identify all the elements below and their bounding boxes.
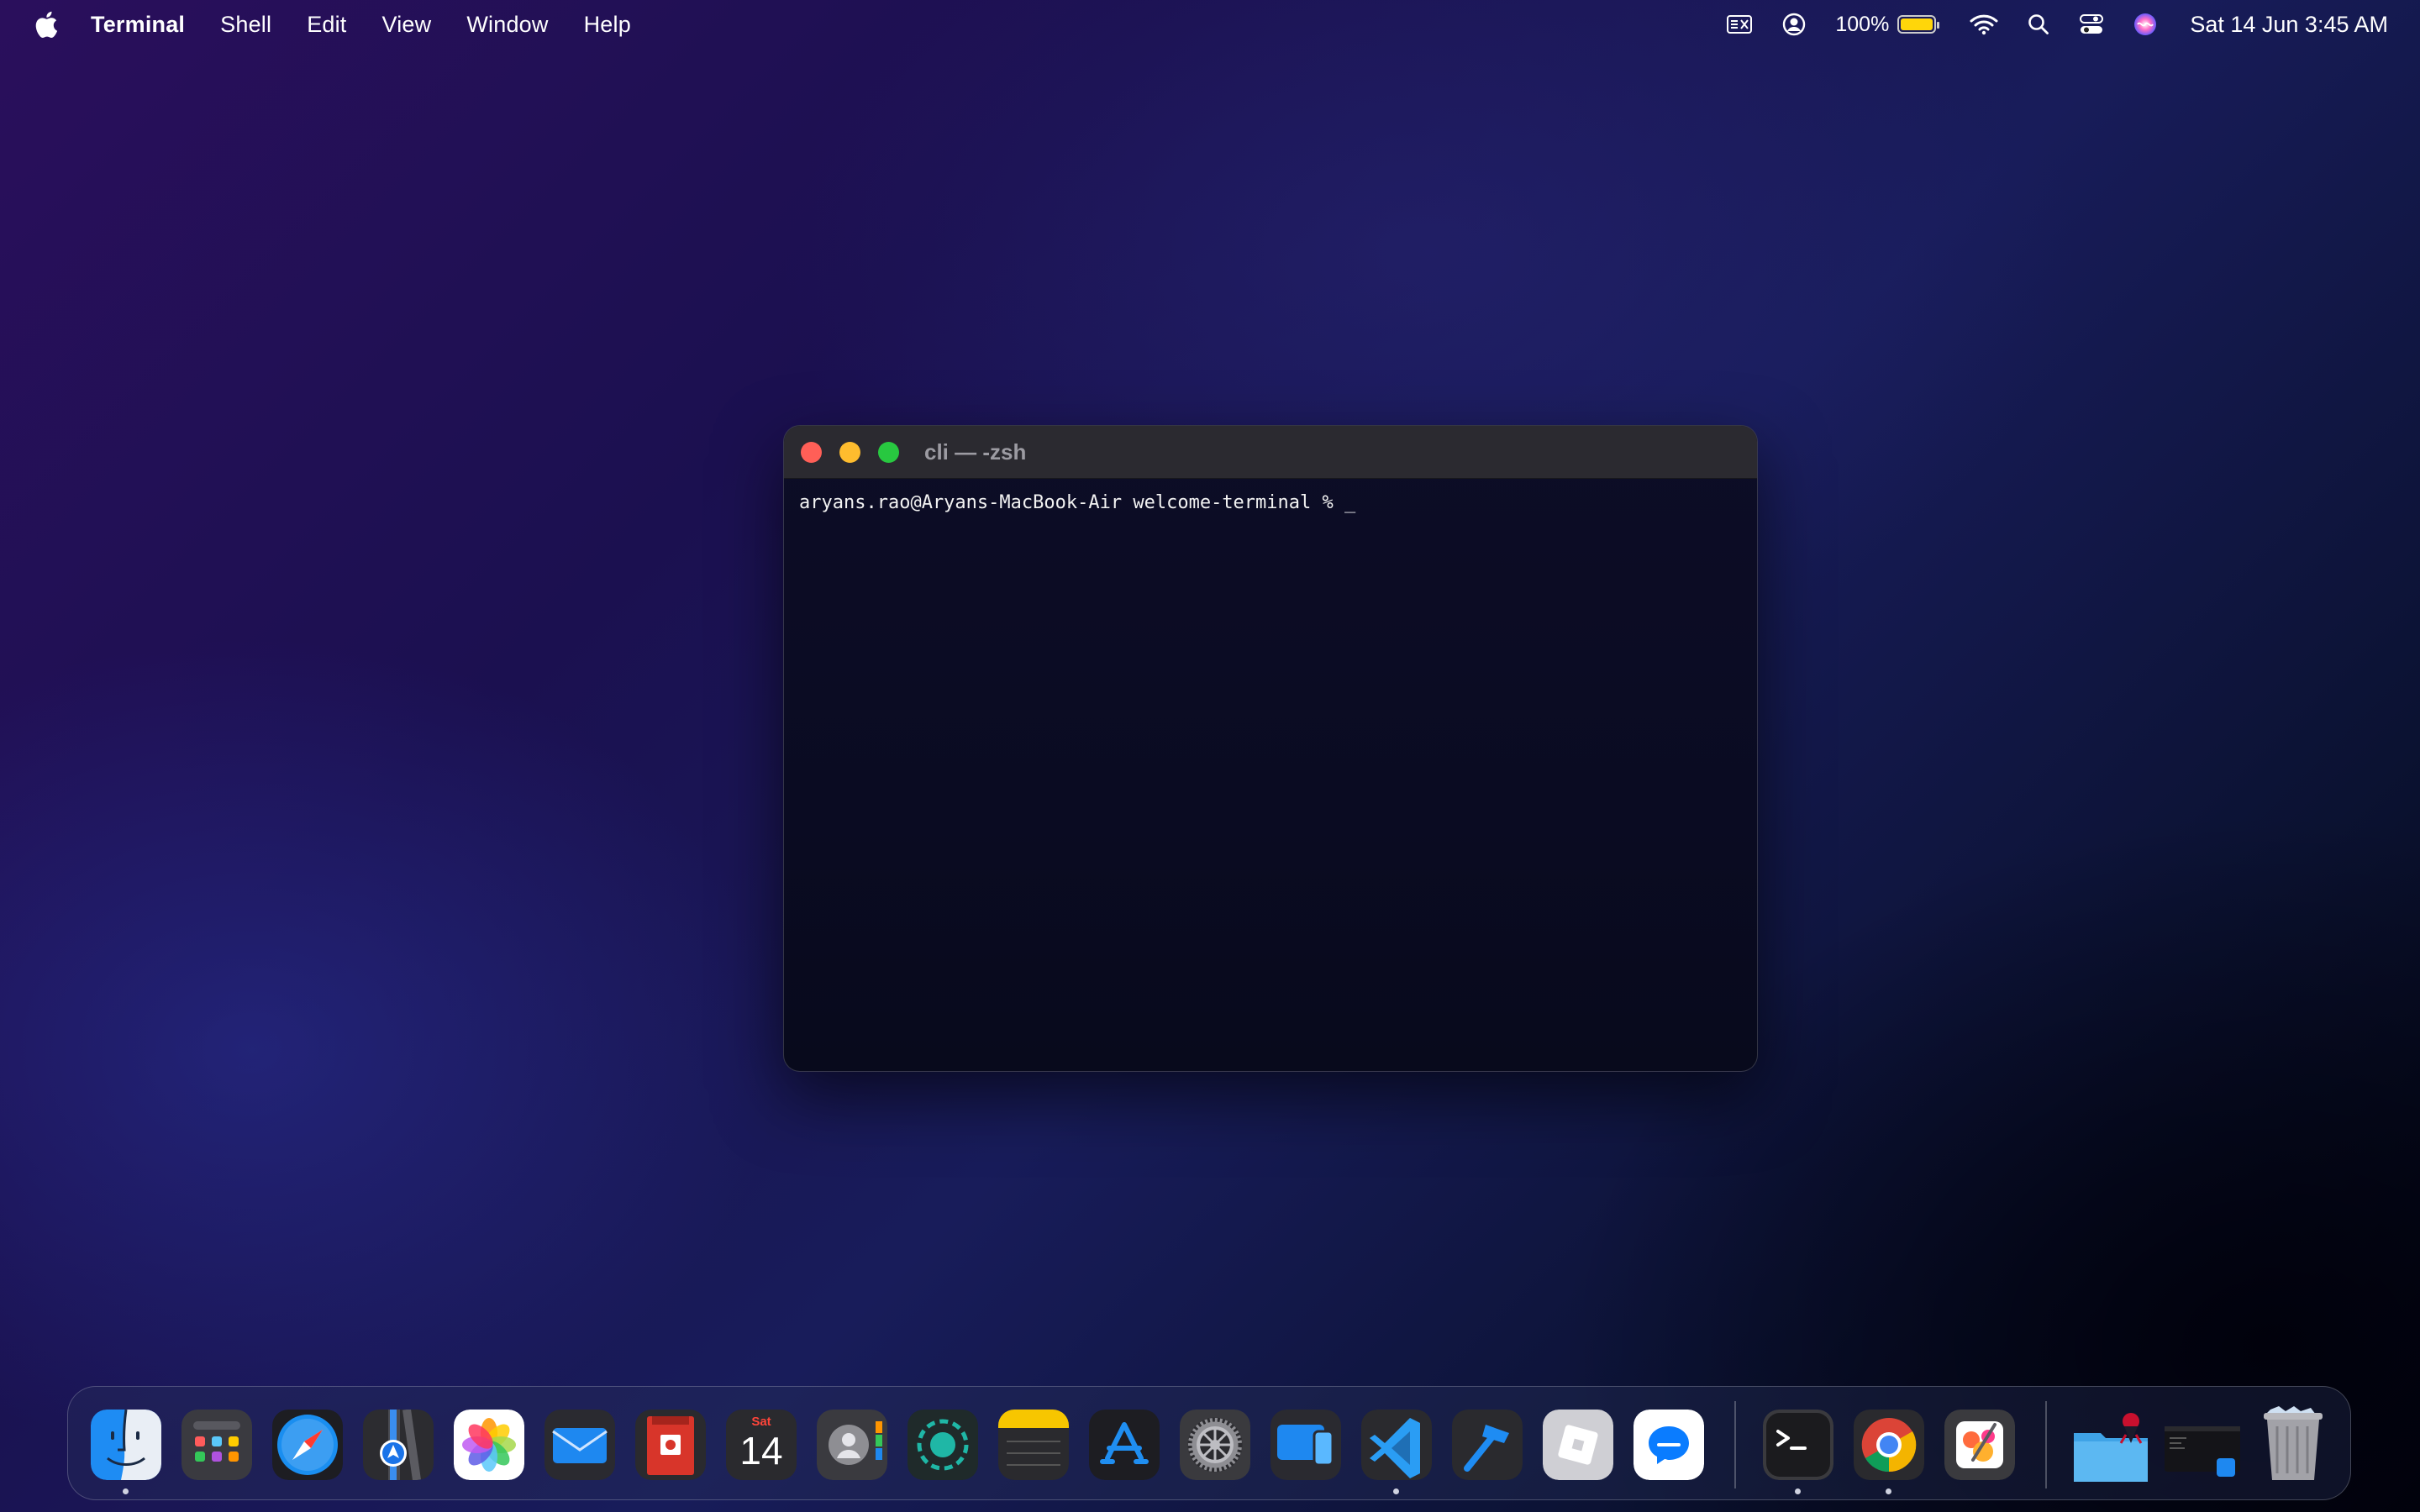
siri-icon[interactable]	[2133, 12, 2158, 37]
calendar-date: 14	[739, 1429, 783, 1473]
menu-bar: Terminal Shell Edit View Window Help 100…	[0, 0, 2420, 49]
spotlight-search-icon[interactable]	[2027, 13, 2050, 36]
dock-terminal-icon[interactable]	[1763, 1410, 1833, 1480]
dock-safari-icon[interactable]	[272, 1410, 343, 1480]
menu-shell[interactable]: Shell	[220, 12, 271, 38]
dock-system-settings-icon[interactable]	[1180, 1410, 1250, 1480]
dock-screen-recorder-icon[interactable]	[908, 1410, 978, 1480]
dock-launchpad-icon[interactable]	[182, 1410, 252, 1480]
calendar-weekday: Sat	[751, 1415, 771, 1429]
minimize-button[interactable]	[839, 441, 860, 463]
menu-edit[interactable]: Edit	[307, 12, 346, 38]
dock-notes-icon[interactable]	[998, 1410, 1069, 1480]
running-indicator-finder	[123, 1488, 129, 1494]
battery-icon	[1897, 15, 1940, 34]
dock-messenger-icon[interactable]	[1634, 1410, 1704, 1480]
dock-pixelmator-icon[interactable]	[1944, 1410, 2015, 1480]
window-titlebar[interactable]: cli — -zsh	[784, 426, 1757, 479]
close-button[interactable]	[801, 441, 822, 463]
dock-maps-icon[interactable]	[363, 1410, 434, 1480]
battery-level-fill	[1901, 18, 1933, 30]
dock-downloads-folder-icon[interactable]	[2069, 1403, 2153, 1487]
input-source-icon[interactable]	[1726, 13, 1753, 35]
dock-chrome-icon[interactable]	[1854, 1410, 1924, 1480]
battery-percent: 100%	[1835, 12, 1890, 36]
dock-roblox-icon[interactable]	[1543, 1410, 1613, 1480]
menu-datetime[interactable]: Sat 14 Jun 3:45 AM	[2190, 12, 2388, 38]
terminal-window[interactable]: cli — -zsh aryans.rao@Aryans-MacBook-Air…	[783, 425, 1758, 1072]
dock-photo-booth-icon[interactable]	[635, 1410, 706, 1480]
menu-app-name[interactable]: Terminal	[91, 12, 185, 38]
zoom-button[interactable]	[878, 441, 899, 463]
dock-calendar-icon[interactable]: Sat 14	[726, 1410, 797, 1480]
wifi-icon[interactable]	[1970, 13, 1998, 35]
dock-separator	[1734, 1401, 1736, 1488]
menu-help[interactable]: Help	[584, 12, 631, 38]
window-title: cli — -zsh	[924, 438, 1027, 465]
menu-view[interactable]: View	[382, 12, 432, 38]
dock-trash-icon[interactable]	[2254, 1401, 2333, 1485]
dock-contacts-icon[interactable]	[817, 1410, 887, 1480]
running-indicator-chrome	[1886, 1488, 1891, 1494]
running-indicator-terminal	[1795, 1488, 1801, 1494]
dock-separator-2	[2045, 1401, 2047, 1488]
running-indicator-vscode	[1393, 1488, 1399, 1494]
dock-app-store-icon[interactable]	[1089, 1410, 1160, 1480]
apple-menu-icon[interactable]	[32, 9, 59, 39]
menu-window[interactable]: Window	[466, 12, 548, 38]
dock-photos-icon[interactable]	[454, 1410, 524, 1480]
dock-iphone-mirroring-icon[interactable]	[1270, 1410, 1341, 1480]
terminal-content[interactable]: aryans.rao@Aryans-MacBook-Air welcome-te…	[784, 479, 1757, 527]
dock-recent-window-icon[interactable]	[2161, 1418, 2245, 1480]
battery-status[interactable]: 100%	[1835, 12, 1940, 37]
user-account-icon[interactable]	[1781, 12, 1807, 37]
dock-vscode-icon[interactable]	[1361, 1410, 1432, 1480]
control-center-icon[interactable]	[2079, 13, 2104, 35]
dock-xcode-icon[interactable]	[1452, 1410, 1523, 1480]
dock-mail-icon[interactable]	[544, 1410, 615, 1480]
dock-finder-icon[interactable]	[91, 1410, 161, 1480]
shell-prompt: aryans.rao@Aryans-MacBook-Air welcome-te…	[799, 492, 1356, 513]
